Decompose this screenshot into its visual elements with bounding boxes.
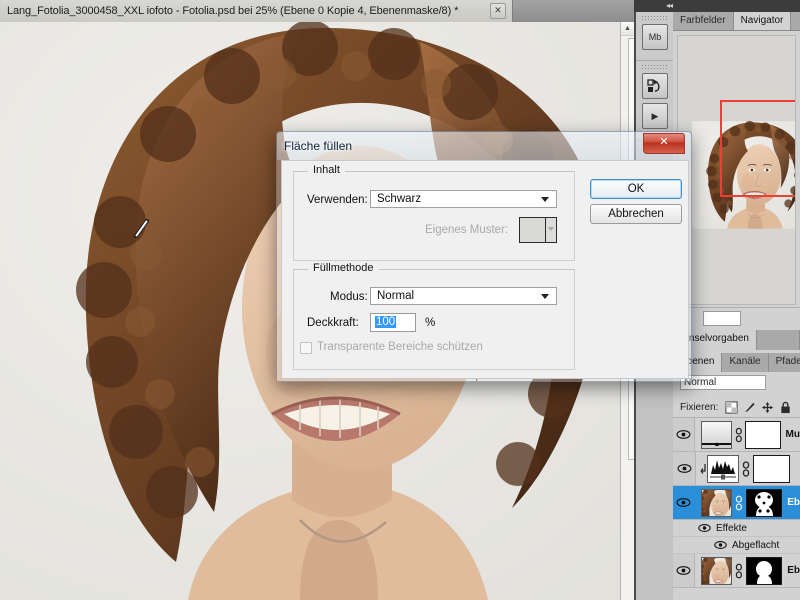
pattern-chevron-icon[interactable] bbox=[545, 218, 556, 242]
eye-icon[interactable] bbox=[673, 554, 696, 587]
layer-thumbnail[interactable] bbox=[700, 420, 732, 449]
navigator-panel-tabs: Farbfelder Navigator bbox=[673, 12, 800, 31]
move-lock-icon[interactable] bbox=[761, 401, 774, 414]
layer-blend-mode-row: Normal bbox=[673, 372, 800, 392]
collapse-panels-icon[interactable]: ◂◂ bbox=[658, 0, 680, 12]
document-tab-bar: Lang_Fotolia_3000458_XXL iofoto - Fotoli… bbox=[0, 0, 634, 23]
mini-bridge-icon[interactable]: Mb bbox=[642, 24, 668, 50]
blending-groupbox: Füllmethode Modus: Normal Deckkraft: 100… bbox=[293, 262, 575, 370]
eye-icon[interactable] bbox=[673, 540, 732, 550]
lock-label: Fixieren: bbox=[680, 402, 719, 413]
tab-kanaele[interactable]: Kanäle bbox=[722, 353, 769, 372]
dialog-title: Fläche füllen bbox=[284, 139, 353, 153]
layer-name: Mu bbox=[785, 429, 800, 440]
link-icon[interactable] bbox=[735, 495, 743, 511]
tab-navigator[interactable]: Navigator bbox=[733, 12, 792, 30]
navigator-zoom-field[interactable] bbox=[703, 311, 741, 326]
brush-preset-panel-tabs: Pinselvorgaben bbox=[673, 330, 800, 350]
tab-brush-extra[interactable] bbox=[756, 330, 800, 350]
eye-icon[interactable] bbox=[673, 418, 695, 451]
opacity-value: 100 bbox=[375, 316, 397, 328]
layer-thumbnail[interactable] bbox=[707, 454, 739, 483]
use-select[interactable]: Schwarz bbox=[370, 190, 557, 208]
scroll-up-icon[interactable]: ▲ bbox=[621, 22, 634, 36]
opacity-input[interactable]: 100 bbox=[370, 313, 416, 332]
fill-dialog: Fläche füllen ✕ Inhalt Verwenden: Schwar… bbox=[276, 131, 692, 382]
link-icon[interactable] bbox=[735, 427, 743, 443]
eye-icon[interactable] bbox=[673, 486, 696, 519]
layer-name: Eb bbox=[787, 497, 800, 508]
mode-select-value: Normal bbox=[377, 290, 415, 302]
custom-pattern-swatch[interactable] bbox=[519, 217, 557, 243]
actions-glyph-icon bbox=[647, 79, 660, 92]
dialog-client-area: Inhalt Verwenden: Schwarz Eigenes Muster… bbox=[281, 160, 689, 379]
blending-group-legend: Füllmethode bbox=[308, 262, 379, 274]
use-select-value: Schwarz bbox=[377, 193, 422, 205]
preserve-transparency-checkbox[interactable] bbox=[300, 342, 312, 354]
effect-group-label: Effekte bbox=[716, 522, 747, 534]
navigator-preview[interactable] bbox=[677, 35, 796, 305]
panel-grip[interactable] bbox=[641, 64, 669, 69]
eye-icon[interactable] bbox=[673, 452, 696, 485]
paint-lock-icon[interactable] bbox=[743, 401, 756, 414]
play-icon[interactable]: ▶ bbox=[642, 103, 668, 129]
content-group-legend: Inhalt bbox=[308, 164, 345, 176]
layer-list: Mu Eb Effekte Abgeflacht Eb bbox=[673, 417, 800, 600]
panel-dock: Farbfelder Navigator Pinselvorgaben Eben… bbox=[673, 12, 800, 600]
layer-name: Eb bbox=[787, 565, 800, 576]
chevron-down-icon bbox=[541, 294, 549, 299]
cancel-button[interactable]: Abbrechen bbox=[590, 204, 682, 224]
table-row[interactable]: Eb bbox=[673, 486, 800, 520]
link-icon[interactable] bbox=[742, 460, 750, 477]
transparency-lock-icon[interactable] bbox=[725, 401, 738, 414]
navigator-view-rect[interactable] bbox=[720, 100, 795, 197]
tab-farbfelder[interactable]: Farbfelder bbox=[673, 12, 734, 30]
preserve-transparency-label: Transparente Bereiche schützen bbox=[317, 341, 483, 353]
table-row[interactable]: Eb bbox=[673, 554, 800, 588]
clipping-mask-icon bbox=[700, 463, 706, 474]
document-tab[interactable]: Lang_Fotolia_3000458_XXL iofoto - Fotoli… bbox=[0, 0, 513, 22]
panel-group-actions: ▶ bbox=[636, 61, 674, 140]
layer-mask-thumbnail[interactable] bbox=[746, 556, 783, 585]
content-groupbox: Inhalt Verwenden: Schwarz Eigenes Muster… bbox=[293, 164, 575, 261]
blend-mode-select[interactable]: Normal bbox=[680, 375, 766, 390]
table-row[interactable]: Mu bbox=[673, 418, 800, 452]
list-item[interactable]: Effekte bbox=[673, 520, 800, 537]
layer-thumbnail[interactable] bbox=[701, 488, 733, 517]
list-item[interactable]: Abgeflacht bbox=[673, 537, 800, 554]
layers-panel-tabs: Ebenen Kanäle Pfade bbox=[673, 353, 800, 372]
link-icon[interactable] bbox=[735, 563, 743, 579]
panel-group-mini-bridge: Mb bbox=[636, 12, 674, 61]
effect-label: Abgeflacht bbox=[732, 539, 780, 551]
layer-mask-thumbnail[interactable] bbox=[745, 420, 781, 449]
lock-row: Fixieren: bbox=[673, 398, 800, 417]
custom-pattern-label: Eigenes Muster: bbox=[425, 224, 509, 236]
navigator-footer bbox=[673, 307, 800, 326]
mode-label: Modus: bbox=[330, 291, 368, 303]
layer-mask-thumbnail[interactable] bbox=[753, 454, 790, 483]
use-label: Verwenden: bbox=[307, 194, 368, 206]
layer-thumbnail[interactable] bbox=[701, 556, 733, 585]
lock-all-icon[interactable] bbox=[779, 401, 792, 414]
dock-header: ◂◂ bbox=[634, 0, 800, 12]
tab-extra[interactable] bbox=[791, 12, 800, 30]
dialog-title-bar[interactable]: Fläche füllen bbox=[277, 132, 691, 160]
chevron-down-icon bbox=[541, 197, 549, 202]
mode-select[interactable]: Normal bbox=[370, 287, 557, 305]
actions-icon[interactable] bbox=[642, 73, 668, 99]
document-title: Lang_Fotolia_3000458_XXL iofoto - Fotoli… bbox=[7, 5, 459, 17]
opacity-label: Deckkraft: bbox=[307, 317, 359, 329]
layer-mask-thumbnail[interactable] bbox=[746, 488, 783, 517]
panel-grip[interactable] bbox=[641, 15, 669, 20]
navigator-panel bbox=[673, 31, 800, 319]
ok-button[interactable]: OK bbox=[590, 179, 682, 199]
percent-label: % bbox=[425, 317, 436, 329]
eye-icon[interactable] bbox=[673, 523, 716, 533]
dialog-close-icon[interactable]: ✕ bbox=[643, 133, 685, 154]
tab-pfade[interactable]: Pfade bbox=[768, 353, 800, 372]
table-row[interactable] bbox=[673, 452, 800, 486]
close-icon[interactable]: ✕ bbox=[490, 3, 506, 19]
photoshop-window: Lang_Fotolia_3000458_XXL iofoto - Fotoli… bbox=[0, 0, 800, 600]
pattern-preview bbox=[520, 218, 545, 242]
